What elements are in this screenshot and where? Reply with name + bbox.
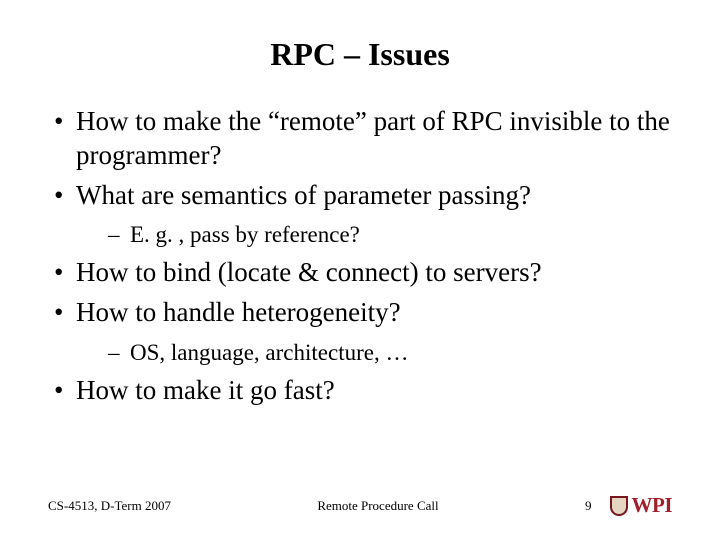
sub-bullet-text: OS, language, architecture, … (130, 340, 408, 365)
shield-icon (610, 496, 628, 516)
bullet-text: How to handle heterogeneity? (76, 297, 401, 327)
bullet-item: How to make it go fast? (48, 374, 672, 408)
bullet-item: How to make the “remote” part of RPC inv… (48, 105, 672, 173)
slide-title: RPC – Issues (48, 36, 672, 73)
footer-left: CS-4513, D-Term 2007 (48, 498, 171, 514)
wpi-logo-text: WPI (632, 493, 673, 518)
sub-bullet-item: OS, language, architecture, … (102, 338, 672, 368)
sub-bullet-list: OS, language, architecture, … (76, 338, 672, 368)
bullet-list: How to make the “remote” part of RPC inv… (48, 105, 672, 407)
bullet-item: How to handle heterogeneity? OS, languag… (48, 296, 672, 368)
bullet-text: How to make the “remote” part of RPC inv… (76, 106, 670, 170)
bullet-item: What are semantics of parameter passing?… (48, 179, 672, 251)
sub-bullet-list: E. g. , pass by reference? (76, 220, 672, 250)
sub-bullet-text: E. g. , pass by reference? (130, 222, 360, 247)
footer-center: Remote Procedure Call (171, 498, 585, 514)
bullet-item: How to bind (locate & connect) to server… (48, 256, 672, 290)
bullet-text: How to bind (locate & connect) to server… (76, 257, 542, 287)
sub-bullet-item: E. g. , pass by reference? (102, 220, 672, 250)
page-number: 9 (585, 498, 592, 514)
bullet-text: What are semantics of parameter passing? (76, 180, 531, 210)
slide: RPC – Issues How to make the “remote” pa… (0, 0, 720, 540)
bullet-text: How to make it go fast? (76, 375, 335, 405)
wpi-logo: WPI (610, 493, 673, 518)
footer: CS-4513, D-Term 2007 Remote Procedure Ca… (0, 493, 720, 518)
